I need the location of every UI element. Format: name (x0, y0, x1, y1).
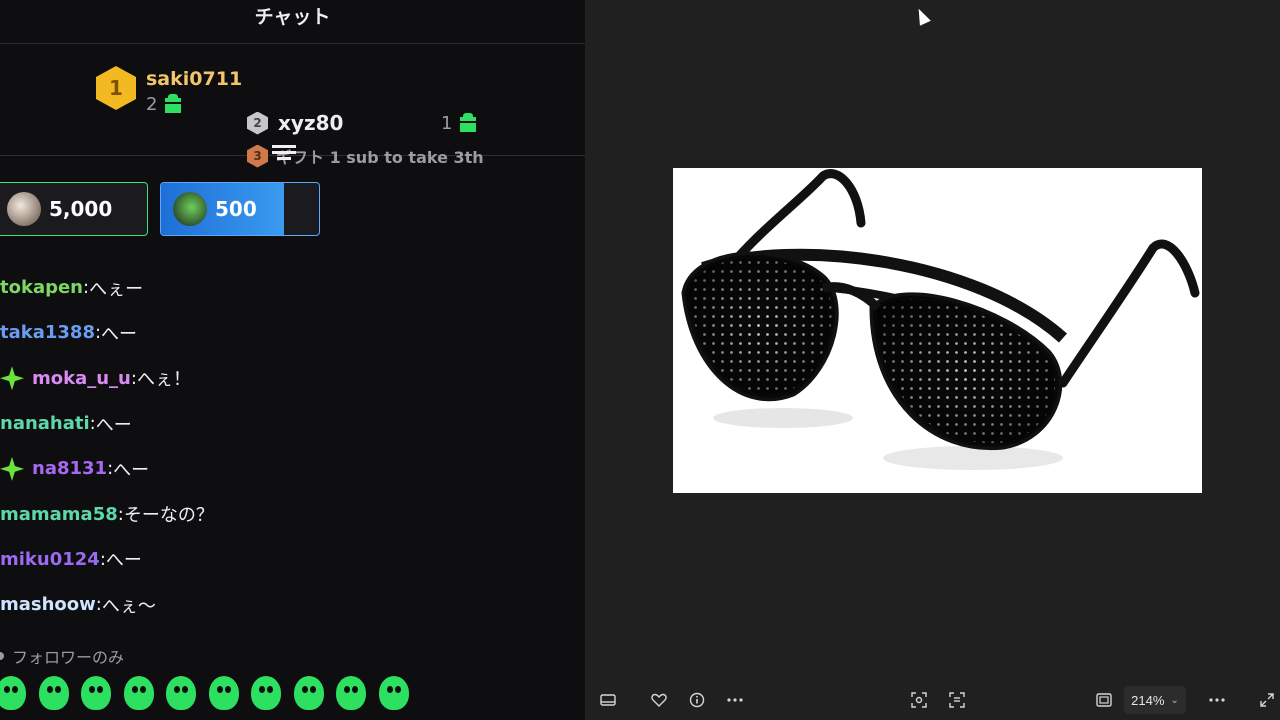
leaderboard-third-text: ギフト 1 sub to take 3th (276, 148, 484, 167)
hype-pill[interactable]: 500 (160, 182, 320, 236)
filmstrip-icon[interactable] (593, 680, 623, 720)
info-icon[interactable] (682, 680, 712, 720)
rank-1-badge-icon: 1 (96, 66, 136, 110)
rank-2-badge-icon: 2 (247, 111, 268, 135)
text-recognition-icon[interactable] (942, 680, 972, 720)
fullscreen-icon[interactable] (1252, 680, 1280, 720)
leaderboard-first-count: 2 (146, 94, 158, 115)
chat-message-text: へぇ！ (136, 369, 191, 391)
cheer-pill-value: 5,000 (49, 197, 113, 221)
chat-message-text: へぇ〜 (101, 595, 156, 617)
chat-username[interactable]: moka_u_u (32, 368, 131, 389)
gift-leaderboard: 1 saki0711 2 2 xyz80 1 3 ギフト 1 sub to ta… (0, 44, 585, 168)
cheer-pill[interactable]: 5,000 (0, 182, 148, 236)
avatar (173, 192, 207, 226)
frog-emote-icon[interactable] (166, 676, 196, 710)
frog-emote-icon[interactable] (378, 676, 409, 710)
chat-message: mamama58: そーなの？ (0, 491, 585, 536)
leaderboard-second-name: xyz80 (278, 111, 344, 135)
leaderboard-second[interactable]: 2 xyz80 (247, 111, 343, 135)
avatar (7, 192, 41, 226)
leaderboard-first[interactable]: 1 saki0711 2 (96, 66, 242, 118)
visual-search-icon[interactable] (904, 680, 934, 720)
chat-username[interactable]: nanahati (0, 413, 90, 434)
chat-username[interactable]: mamama58 (0, 504, 118, 525)
chat-message: mashoow: へぇ〜 (0, 582, 585, 627)
frog-emote-icon[interactable] (251, 676, 281, 710)
gift-icon (459, 112, 478, 132)
fit-to-window-icon[interactable] (1089, 680, 1119, 720)
chevron-down-icon: ⌄ (1170, 694, 1179, 706)
frog-emote-icon[interactable] (293, 676, 324, 710)
chat-title: チャット (254, 6, 331, 28)
frog-emote-icon[interactable] (208, 676, 239, 710)
rank-3-badge-icon: 3 (247, 144, 268, 168)
favorite-heart-icon[interactable] (644, 680, 674, 720)
chat-username[interactable]: miku0124 (0, 549, 100, 570)
followers-only-notice: フォロワーのみ (0, 644, 124, 668)
sunglasses-image[interactable] (673, 168, 1202, 493)
pinhole-sunglasses-illustration (681, 169, 1200, 470)
emote-picker-row (0, 676, 421, 710)
chat-message: tokapen: へぇー (0, 265, 585, 310)
chat-username[interactable]: na8131 (32, 458, 107, 479)
chat-message: taka1388: へー (0, 310, 585, 355)
gift-icon (164, 93, 183, 113)
chat-username[interactable]: mashoow (0, 594, 96, 615)
status-dot-icon (0, 652, 4, 660)
hype-pill-value: 500 (215, 197, 257, 221)
leaderboard-first-count-row: 2 (146, 92, 242, 118)
frog-emote-icon[interactable] (123, 676, 154, 710)
chat-message-list: tokapen: へぇー taka1388: へー moka_u_u: へぇ！ … (0, 265, 585, 627)
leaderboard-second-count: 1 (441, 113, 453, 134)
chat-message-text: へー (105, 550, 142, 572)
chat-message-text: へー (95, 414, 132, 436)
followers-only-text: フォロワーのみ (12, 648, 125, 667)
chat-message: moka_u_u: へぇ！ (0, 356, 585, 401)
leaderboard-second-count-row: 1 (441, 111, 478, 137)
chat-message: miku0124: へー (0, 537, 585, 582)
subscriber-badge-icon[interactable] (0, 456, 24, 481)
zoom-level: 214% (1131, 692, 1165, 708)
chat-message: nanahati: へー (0, 401, 585, 446)
more-options-icon[interactable] (720, 680, 750, 720)
viewer-toolbar: 214% ⌄ (585, 680, 1280, 720)
frog-emote-icon[interactable] (336, 676, 366, 710)
chat-message-text: へぇー (89, 278, 144, 300)
chat-username[interactable]: taka1388 (0, 322, 95, 343)
chat-username[interactable]: tokapen (0, 277, 83, 298)
chat-panel: チャット 1 saki0711 2 2 xyz80 1 3 ギフト 1 sub … (0, 0, 585, 720)
frog-emote-icon[interactable] (38, 676, 69, 710)
more-options-icon[interactable] (1202, 680, 1232, 720)
leaderboard-first-name: saki0711 (146, 68, 243, 90)
collapse-leaderboard-icon[interactable] (272, 145, 296, 167)
chat-message-text: そーなの？ (123, 505, 214, 527)
subscriber-badge-icon[interactable] (0, 366, 24, 391)
zoom-level-dropdown[interactable]: 214% ⌄ (1124, 686, 1186, 714)
chat-message: na8131: へー (0, 446, 585, 491)
chat-message-text: へー (101, 323, 138, 345)
mouse-cursor-icon (913, 6, 931, 26)
frog-emote-icon[interactable] (81, 676, 111, 710)
chat-header: チャット (0, 0, 585, 44)
chat-message-text: へー (113, 459, 150, 481)
frog-emote-icon[interactable] (0, 676, 26, 710)
image-viewer: 214% ⌄ (585, 0, 1280, 720)
